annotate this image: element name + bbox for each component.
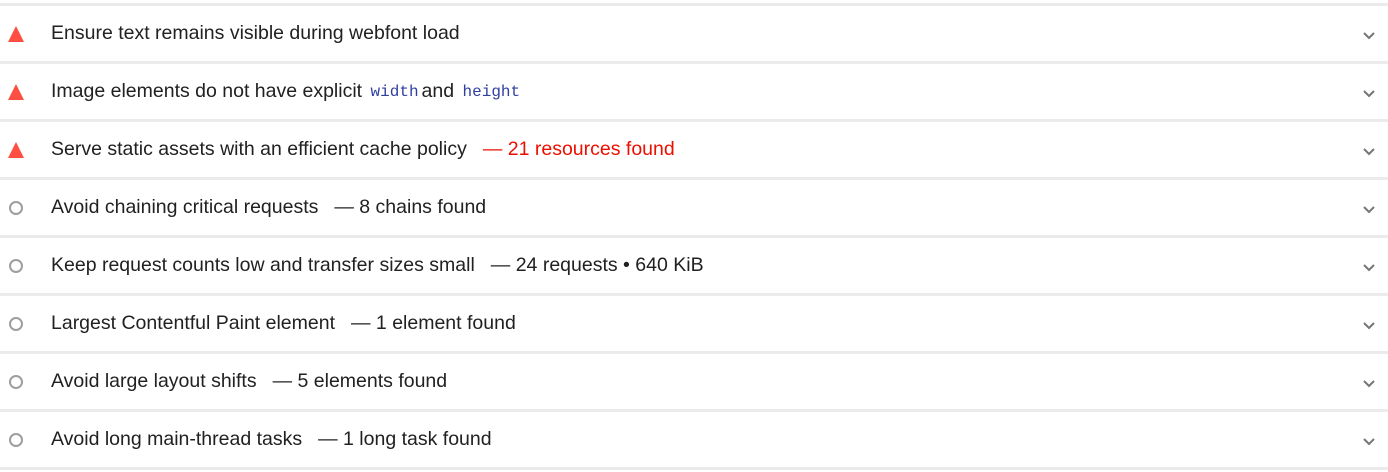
audit-row[interactable]: Largest Contentful Paint element — 1 elem… — [0, 296, 1388, 354]
warning-triangle-icon — [6, 6, 26, 61]
circle-icon — [6, 354, 26, 409]
audit-row[interactable]: Serve static assets with an efficient ca… — [0, 122, 1388, 180]
chevron-down-icon[interactable] — [1362, 321, 1376, 331]
audit-title: Avoid long main-thread tasks — 1 long tas… — [51, 428, 492, 450]
chevron-down-icon[interactable] — [1362, 89, 1376, 99]
audit-display-value: — 1 long task found — [318, 428, 492, 450]
audit-row[interactable]: Keep request counts low and transfer siz… — [0, 238, 1388, 296]
audit-title: Serve static assets with an efficient ca… — [51, 138, 675, 160]
code-width: width — [370, 82, 419, 101]
chevron-down-icon[interactable] — [1362, 31, 1376, 41]
audit-title: Image elements do not have explicit widt… — [51, 80, 521, 102]
audit-title: Ensure text remains visible during webfo… — [51, 22, 460, 44]
audit-title: Keep request counts low and transfer siz… — [51, 254, 704, 276]
chevron-down-icon[interactable] — [1362, 437, 1376, 447]
warning-triangle-icon — [6, 122, 26, 177]
audit-row[interactable]: Image elements do not have explicit widt… — [0, 64, 1388, 122]
audit-display-value: — 1 element found — [351, 312, 516, 334]
audit-row[interactable]: Ensure text remains visible during webfo… — [0, 6, 1388, 64]
audit-display-value: — 5 elements found — [272, 370, 448, 392]
audit-display-value: — 21 resources found — [482, 138, 675, 160]
audit-row[interactable]: Avoid large layout shifts — 5 elements fo… — [0, 354, 1388, 412]
chevron-down-icon[interactable] — [1362, 205, 1376, 215]
circle-icon — [6, 412, 26, 467]
audit-list: Ensure text remains visible during webfo… — [0, 0, 1388, 470]
circle-icon — [6, 296, 26, 351]
circle-icon — [6, 180, 26, 235]
chevron-down-icon[interactable] — [1362, 379, 1376, 389]
audit-display-value: — 8 chains found — [334, 196, 487, 218]
audit-display-value: — 24 requests • 640 KiB — [490, 254, 704, 276]
audit-title: Avoid large layout shifts — 5 elements fo… — [51, 370, 448, 392]
audit-row[interactable]: Avoid chaining critical requests — 8 chai… — [0, 180, 1388, 238]
warning-triangle-icon — [6, 64, 26, 119]
circle-icon — [6, 238, 26, 293]
audit-title: Largest Contentful Paint element — 1 elem… — [51, 312, 516, 334]
audit-row[interactable]: Avoid long main-thread tasks — 1 long tas… — [0, 412, 1388, 470]
code-height: height — [462, 82, 521, 101]
audit-title: Avoid chaining critical requests — 8 chai… — [51, 196, 487, 218]
chevron-down-icon[interactable] — [1362, 147, 1376, 157]
chevron-down-icon[interactable] — [1362, 263, 1376, 273]
